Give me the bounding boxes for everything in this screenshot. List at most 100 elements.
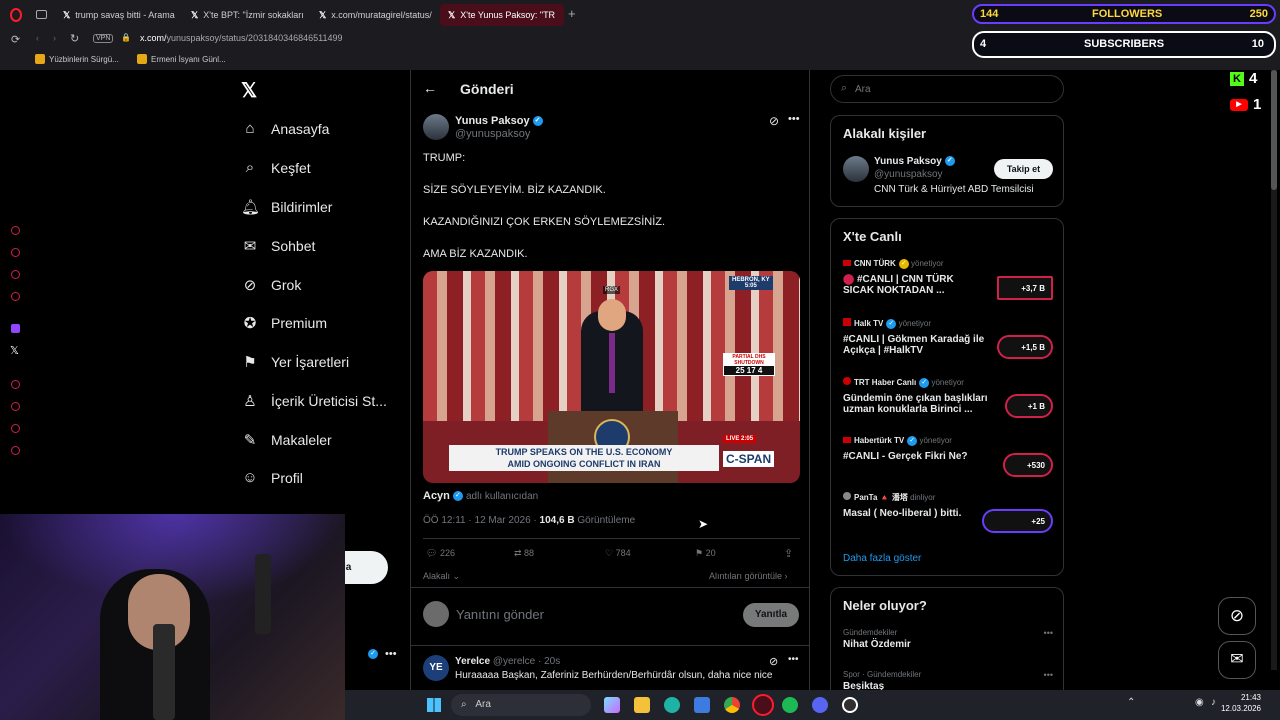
sidebar-extensions-icon[interactable] [11,424,20,433]
taskbar-search[interactable]: ⌕ Ara [451,694,591,716]
trend-more-icon[interactable]: ••• [1044,628,1053,638]
sidebar-chat-icon[interactable] [11,270,20,279]
page-scrollbar[interactable] [1271,70,1277,670]
video-attribution[interactable]: Acyn ✓ adlı kullanıcıdan [423,490,538,502]
nav-home[interactable]: ⌂ Anasayfa [241,120,329,137]
back-icon[interactable]: ‹ [36,33,39,43]
reply-input[interactable]: Yanıtını gönder [456,607,544,622]
live-item-2[interactable]: Halk TV ✓ yönetiyor #CANLI | Gökmen Karad… [843,318,1053,363]
taskbar-store-icon[interactable] [694,697,710,713]
taskbar-chrome-icon[interactable] [724,697,740,713]
nav-grok[interactable]: ⊘ Grok [241,276,302,294]
vpn-badge[interactable]: VPN [93,34,114,43]
taskbar-opera-icon[interactable] [752,694,774,716]
back-arrow-icon[interactable]: ← [423,80,437,96]
webcam-overlay [0,514,345,720]
show-more-link[interactable]: Daha fazla göster [843,553,921,564]
tab-overview-icon[interactable] [36,10,47,19]
sidebar-player-icon[interactable] [11,380,20,389]
related-title: Alakalı kişiler [843,126,927,141]
messages-floating-button[interactable]: ✉ [1218,641,1256,679]
post-button[interactable]: la [340,551,388,584]
taskbar-spotify-icon[interactable] [782,697,798,713]
taskbar-copilot-icon[interactable] [604,697,620,713]
reply-button[interactable]: Yanıtla [743,603,799,627]
share-icon[interactable]: ⇪ [784,547,793,560]
reload-icon[interactable]: ⟳ [11,33,20,46]
scrollbar-thumb[interactable] [1271,70,1277,190]
live-item-4[interactable]: Habertürk TV ✓ yönetiyor #CANLI - Gerçek … [843,436,1053,481]
nav-creator-studio[interactable]: ♙ İçerik Üreticisi St... [241,392,387,410]
live-listeners-pill: +1 B [1005,394,1053,418]
nav-articles[interactable]: ✎ Makaleler [241,431,332,449]
sidebar-ai-icon[interactable] [11,226,20,235]
author-info[interactable]: Yunus Paksoy ✓ @yunuspaksoy [455,115,543,140]
reply-grok-icon[interactable]: ⊘ [769,655,778,668]
follow-button[interactable]: Takip et [994,159,1053,179]
sidebar-history-icon[interactable] [11,402,20,411]
trend-more-icon[interactable]: ••• [1044,670,1053,680]
tray-network-icon[interactable]: ◉ [1195,697,1204,708]
reply-action[interactable]: 💬︎ 226 [426,548,455,559]
nav-notifications[interactable]: 🔔︎ Bildirimler [241,198,332,216]
grok-floating-button[interactable]: ⊘ [1218,597,1256,635]
nav-premium[interactable]: ✪ Premium [241,314,327,332]
reply-more-icon[interactable]: ••• [788,654,799,665]
related-avatar[interactable] [843,156,869,182]
bookmark-2[interactable]: Ermeni İsyanı Günl... [137,54,226,64]
shutdown-countdown: PARTIAL DHS SHUTDOWN 25 17 4 [723,353,775,376]
tab-2[interactable]: 𝕏 X'te BPT: "İzmir sokakları [183,4,311,26]
trend-item-1[interactable]: Gündemdekiler Nihat Özdemir ••• [843,628,1053,650]
forward-icon[interactable]: › [53,33,56,43]
post-video[interactable]: RGX HEBRON, KY 5:05 PARTIAL DHS SHUTDOWN… [423,271,800,483]
cspan-logo: C-SPAN [723,451,775,467]
sidebar-x-icon[interactable]: 𝕏 [10,344,19,357]
sidebar-mail-icon[interactable] [11,292,20,301]
related-sort-toggle[interactable]: Alakalı ⌄ [423,571,460,582]
haberturk-logo-icon [843,437,851,444]
refresh-icon[interactable]: ↻ [70,32,79,45]
bookmark-action[interactable]: ⚑ 20 [695,548,716,559]
like-action[interactable]: ♡ 784 [605,548,631,559]
taskbar-obs-icon[interactable] [842,697,858,713]
bookmark-1[interactable]: Yüzbinlerin Sürgü... [35,54,119,64]
taskbar-clock[interactable]: 21:43 12.03.2026 [1217,693,1261,713]
account-switcher-more-icon[interactable]: ••• [385,648,397,660]
sidebar-wallet-icon[interactable] [11,248,20,257]
live-item-3[interactable]: TRT Haber Canlı ✓ yönetiyor Gündemin öne … [843,377,1053,422]
sidebar-settings-icon[interactable] [11,446,20,455]
nav-profile[interactable]: ☺ Profil [241,469,303,486]
tab-1[interactable]: 𝕏trump savaş bitti - Arama [55,4,183,26]
twitch-icon[interactable] [11,324,20,333]
nav-bookmarks[interactable]: ⚑ Yer İşaretleri [241,353,349,371]
bell-icon: 🔔︎ [241,199,261,216]
tab-3[interactable]: 𝕏x.com/muratagirel/status/ [311,4,439,26]
nav-explore[interactable]: ⌕ Keşfet [241,159,311,176]
tray-volume-icon[interactable]: ♪ [1211,697,1216,708]
post-column: ← Gönderi Yunus Paksoy ✓ @yunuspaksoy ⊘ •… [410,70,810,690]
search-field[interactable]: ⌕ Ara [830,75,1064,103]
windows-start-icon[interactable] [427,698,441,712]
trends-card: Neler oluyor? Gündemdekiler Nihat Özdemi… [830,587,1064,691]
repost-action[interactable]: ⇄ 88 [514,548,534,559]
x-logo-icon[interactable]: 𝕏 [241,78,257,103]
nav-chat[interactable]: ✉ Sohbet [241,237,316,255]
kick-counter: K 4 [1230,70,1257,87]
reply-avatar[interactable]: YE [423,655,449,681]
live-item-1[interactable]: CNN TÜRK ✓ yönetiyor ⬤ #CANLI | CNN TÜRK … [843,259,1053,304]
view-quotes-link[interactable]: Alıntıları görüntüle › [709,571,788,581]
new-tab-button[interactable]: + [568,6,576,21]
more-options-icon[interactable]: ••• [788,113,800,125]
taskbar-files-icon[interactable] [634,697,650,713]
taskbar-discord-icon[interactable] [812,697,828,713]
url-field[interactable]: x.com/yunuspaksoy/status/203184034684651… [140,33,343,43]
opera-logo-icon[interactable] [10,8,22,22]
tab-4-active[interactable]: 𝕏 X'te Yunus Paksoy: "TR [440,4,564,26]
trend-item-2[interactable]: Spor · Gündemdekiler Beşiktaş ••• [843,670,1053,691]
taskbar-edge-icon[interactable] [664,697,680,713]
live-item-5[interactable]: PanTa 🔺 潘塔 dinliyor Masal ( Neo-liberal … [843,492,1053,537]
tray-chevron-icon[interactable]: ⌃ [1127,697,1135,708]
author-avatar[interactable] [423,114,449,140]
windows-taskbar: ⌕ Ara ⌃ ◉ ♪ 21:43 12.03.2026 [345,690,1280,720]
grok-explain-icon[interactable]: ⊘ [769,114,779,128]
